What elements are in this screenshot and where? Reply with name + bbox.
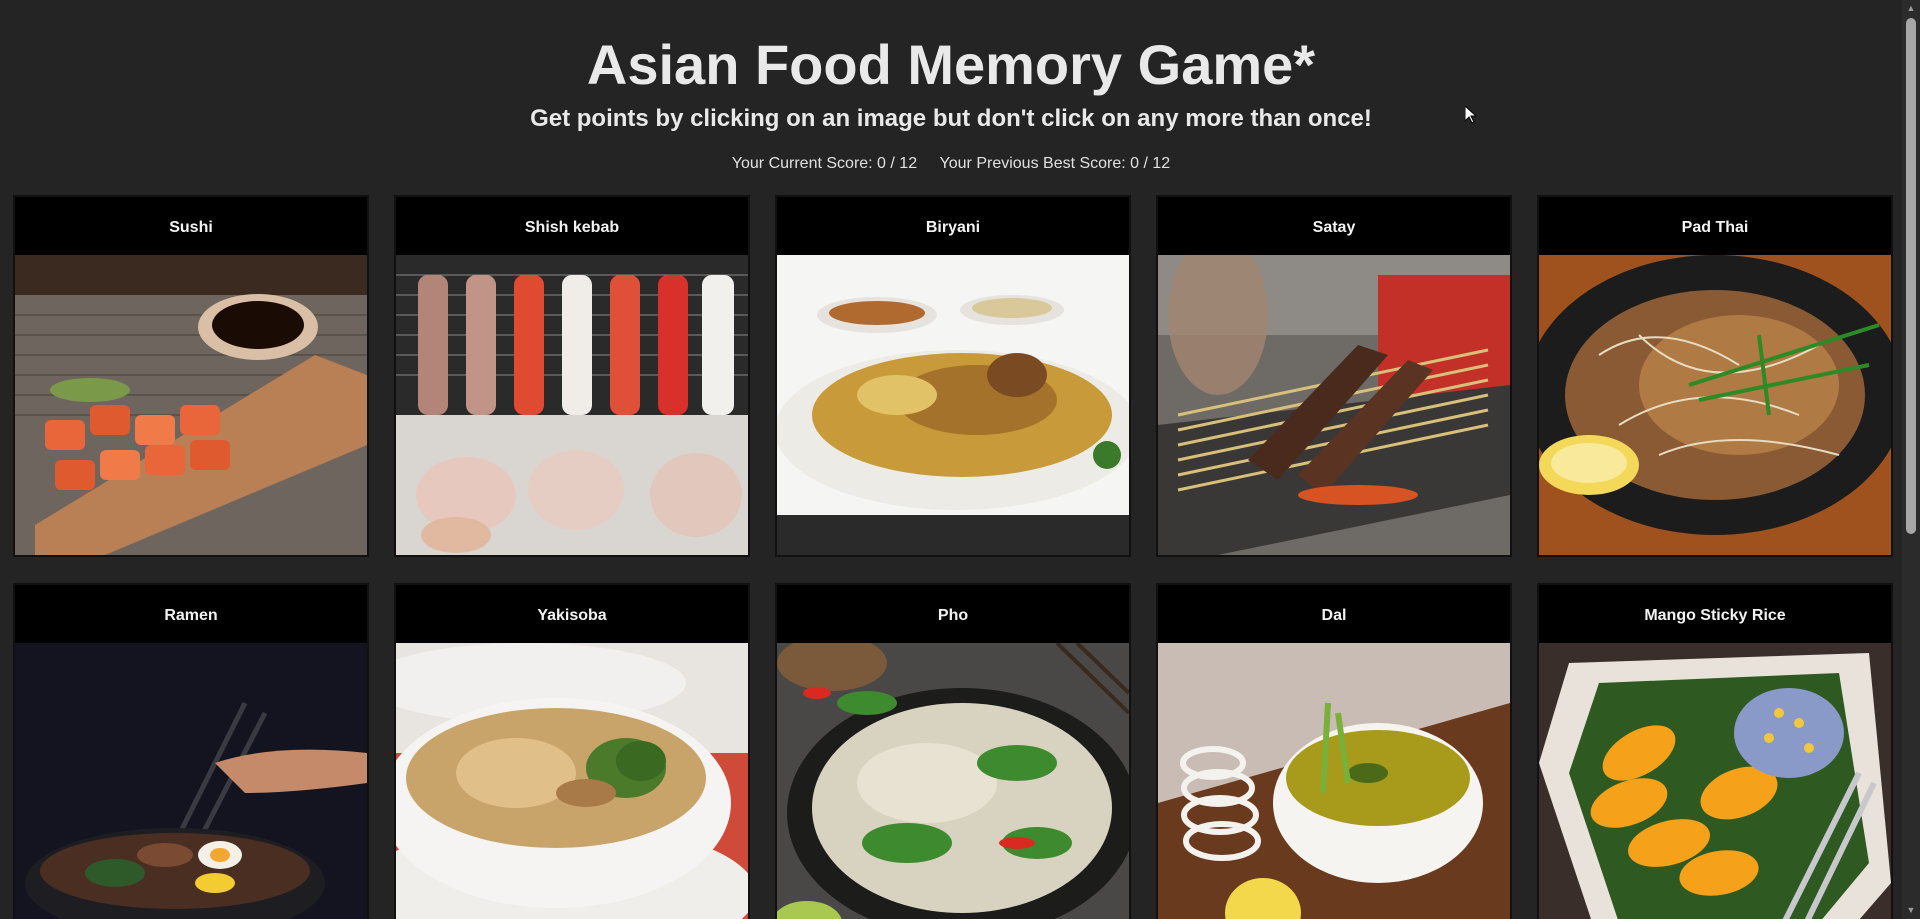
- scrollbar-thumb[interactable]: [1906, 18, 1916, 534]
- card-label: Dal: [1321, 607, 1347, 624]
- scroll-down-icon[interactable]: ▼: [1902, 902, 1920, 919]
- card-label: Shish kebab: [524, 219, 620, 236]
- score-bar: Your Current Score: 0 / 12 Your Previous…: [0, 155, 1902, 173]
- game-header: Asian Food Memory Game* Get points by cl…: [0, 0, 1902, 173]
- mango-sticky-rice-image[interactable]: [1539, 643, 1891, 919]
- pho-image[interactable]: [777, 643, 1129, 919]
- card-shish-kebab[interactable]: Shish kebab: [394, 195, 750, 557]
- card-mango-sticky-rice[interactable]: Mango Sticky Rice: [1537, 583, 1893, 919]
- card-label: Yakisoba: [537, 607, 607, 624]
- yakisoba-image[interactable]: [396, 643, 748, 919]
- biryani-image[interactable]: [777, 255, 1129, 555]
- best-score: Your Previous Best Score: 0 / 12: [939, 155, 1171, 172]
- card-label: Satay: [1312, 219, 1356, 236]
- card-label: Pho: [937, 607, 969, 624]
- card-dal[interactable]: Dal: [1156, 583, 1512, 919]
- instructions: Get points by clicking on an image but d…: [530, 105, 1372, 132]
- card-pho[interactable]: Pho: [775, 583, 1131, 919]
- pad-thai-image[interactable]: [1539, 255, 1891, 555]
- satay-image[interactable]: [1158, 255, 1510, 555]
- dal-image[interactable]: [1158, 643, 1510, 919]
- page-title: Asian Food Memory Game*: [586, 33, 1316, 96]
- current-score: Your Current Score: 0 / 12: [731, 155, 918, 172]
- card-label: Biryani: [925, 219, 981, 236]
- shish-kebab-image[interactable]: [396, 255, 748, 555]
- card-satay[interactable]: Satay: [1156, 195, 1512, 557]
- sushi-image[interactable]: [15, 255, 367, 555]
- card-sushi[interactable]: Sushi: [13, 195, 369, 557]
- card-pad-thai[interactable]: Pad Thai: [1537, 195, 1893, 557]
- card-grid: Sushi Shish kebab Biryani Satay Pad Thai…: [13, 195, 1893, 919]
- card-ramen[interactable]: Ramen: [13, 583, 369, 919]
- card-label: Ramen: [164, 607, 218, 624]
- mouse-cursor-icon: [1464, 104, 1478, 129]
- card-label: Sushi: [169, 219, 213, 236]
- game-page: Asian Food Memory Game* Get points by cl…: [0, 0, 1902, 919]
- card-label: Mango Sticky Rice: [1644, 607, 1786, 624]
- scroll-up-icon[interactable]: ▲: [1902, 0, 1920, 17]
- card-label: Pad Thai: [1681, 219, 1749, 236]
- vertical-scrollbar[interactable]: ▲ ▼: [1902, 0, 1920, 919]
- ramen-image[interactable]: [15, 643, 367, 919]
- card-yakisoba[interactable]: Yakisoba: [394, 583, 750, 919]
- card-biryani[interactable]: Biryani: [775, 195, 1131, 557]
